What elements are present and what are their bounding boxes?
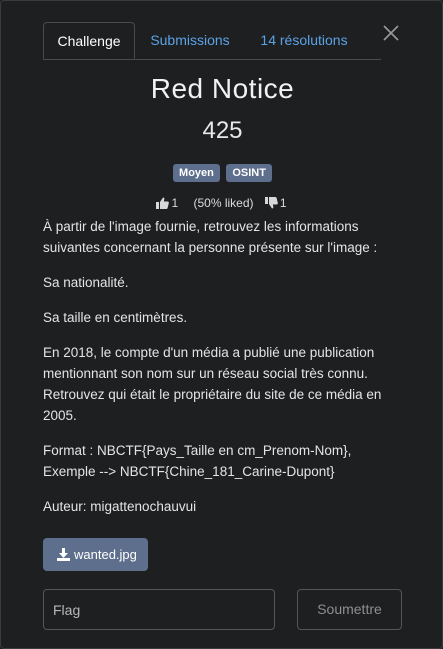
vote-summary: 1 (50% liked) 1 [1, 196, 443, 210]
thumbs-up-icon[interactable] [156, 197, 170, 209]
submit-button[interactable]: Soumettre [297, 589, 402, 630]
like-count: 1 [171, 196, 179, 210]
challenge-points: 425 [202, 117, 243, 144]
flag-input[interactable] [43, 589, 275, 630]
description-paragraph: Sa nationalité. [43, 275, 129, 290]
description-paragraph: À partir de l'image fournie, retrouvez l… [43, 219, 378, 255]
close-icon[interactable] [381, 23, 401, 43]
thumbs-down-icon[interactable] [264, 197, 278, 209]
tag-list: Moyen OSINT [1, 163, 443, 182]
description-paragraph: En 2018, le compte d'un média a publié u… [43, 345, 382, 423]
tag-badge-difficulty: Moyen [173, 164, 220, 182]
challenge-description: À partir de l'image fournie, retrouvez l… [43, 216, 403, 531]
flag-format-text: Format : NBCTF{Pays_Taille en cm_Prenom-… [43, 443, 352, 479]
download-file-button[interactable]: wanted.jpg [43, 538, 148, 571]
tab-bar: Challenge Submissions 14 résolutions [43, 22, 381, 60]
tag-badge-category: OSINT [226, 164, 272, 182]
description-paragraph: Sa taille en centimètres. [43, 310, 188, 325]
tab-submissions[interactable]: Submissions [140, 22, 240, 59]
author-text: Auteur: migattenochauvui [43, 499, 197, 514]
challenge-title: Red Notice [150, 73, 295, 104]
dislike-count: 1 [279, 196, 287, 210]
download-file-label: wanted.jpg [74, 547, 137, 562]
liked-percentage: (50% liked) [193, 196, 254, 210]
download-icon [57, 548, 70, 561]
tab-challenge[interactable]: Challenge [43, 22, 135, 59]
challenge-modal: Challenge Submissions 14 résolutions Red… [0, 0, 443, 649]
tab-resolutions[interactable]: 14 résolutions [248, 22, 360, 59]
